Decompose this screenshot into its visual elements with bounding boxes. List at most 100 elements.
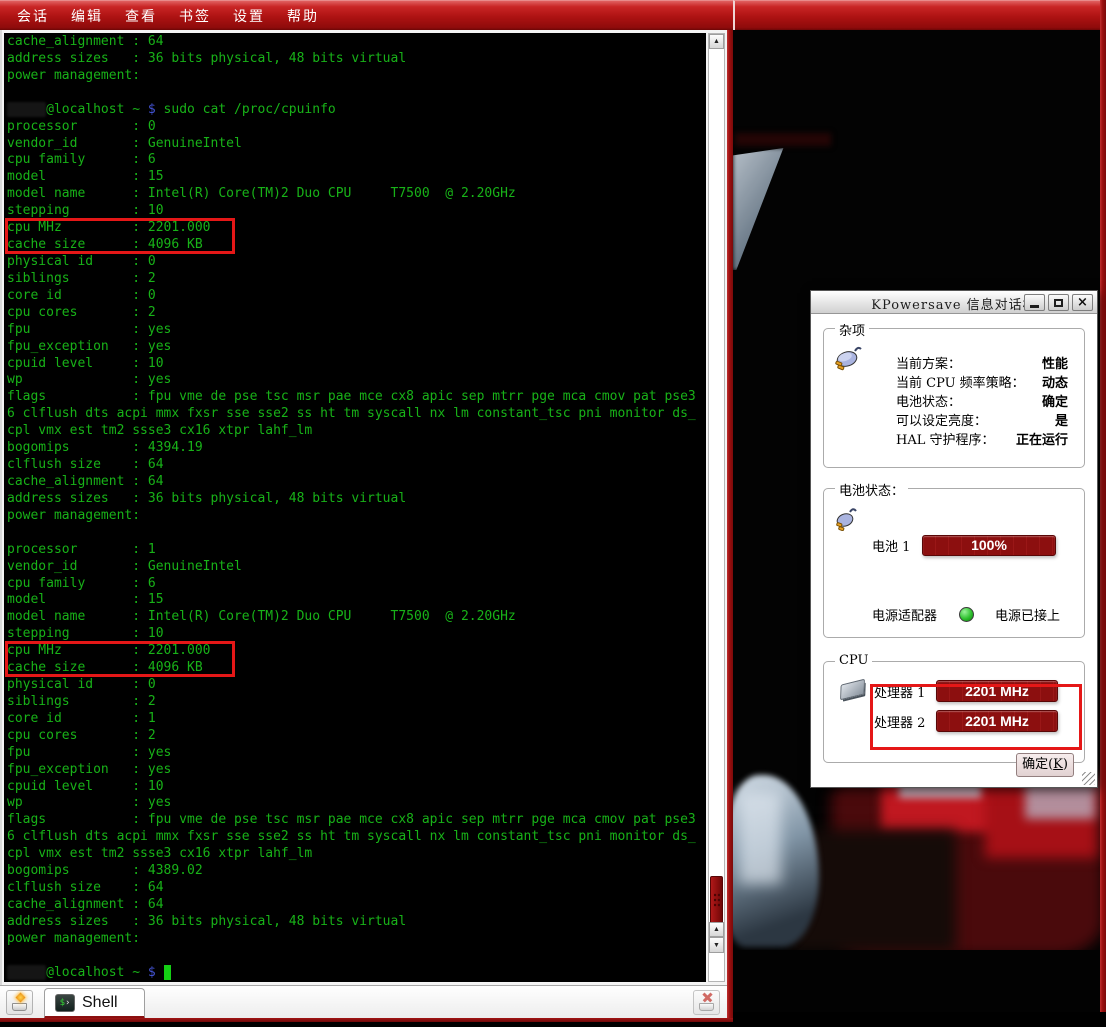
tray-icon [699, 1003, 714, 1011]
terminal-line: wp : yes [7, 372, 706, 389]
terminal-line: physical id : 0 [7, 677, 706, 694]
terminal-scrollbar[interactable]: ▲ ▲ ▼ [708, 33, 725, 982]
misc-row: 可以设定亮度：是 [896, 412, 1068, 431]
terminal-text: vendor_id : GenuineIntel [7, 559, 242, 574]
close-button[interactable]: × [1072, 294, 1093, 311]
terminal-text: address sizes : 36 bits physical, 48 bit… [7, 491, 406, 506]
cpu-groupbox: CPU 处理器 12201 MHz处理器 22201 MHz [823, 661, 1085, 763]
dialog-titlebar[interactable]: KPowersave 信息对话框 × [811, 291, 1097, 314]
close-icon: × [1077, 296, 1088, 309]
cpu-groupbox-title: CPU [835, 653, 872, 668]
menu-item[interactable]: 设置 [222, 6, 276, 26]
misc-row-label: 可以设定亮度： [896, 412, 987, 431]
terminal-text: wp : yes [7, 795, 171, 810]
menu-item[interactable]: 帮助 [276, 6, 330, 26]
terminal-line: processor : 0 [7, 119, 706, 136]
new-session-button[interactable] [6, 990, 33, 1015]
terminal-text: cpl vmx est tm2 ssse3 cx16 xtpr lahf_lm [7, 423, 312, 438]
misc-row-value: 性能 [1042, 355, 1068, 374]
battery-groupbox: 电池状态： 电池 1 100% 电源适配器 电源已接上 [823, 488, 1085, 638]
menu-item[interactable]: 书签 [168, 6, 222, 26]
maximize-button[interactable] [1048, 294, 1069, 311]
terminal-text: cpuid level : 10 [7, 779, 164, 794]
terminal-text: fpu_exception : yes [7, 339, 171, 354]
terminal-line: cpl vmx est tm2 ssse3 cx16 xtpr lahf_lm [7, 846, 706, 863]
terminal-line: 6 clflush dts acpi mmx fxsr sse sse2 ss … [7, 829, 706, 846]
kpowersave-dialog: KPowersave 信息对话框 × 杂项 当前方案：性能当前 CPU 频率策略… [810, 290, 1098, 788]
misc-row-label: 当前方案： [896, 355, 961, 374]
terminal-text: cpu cores : 2 [7, 305, 156, 320]
terminal-lines: cache_alignment : 64address sizes : 36 b… [7, 34, 706, 982]
misc-row-value: 确定 [1042, 393, 1068, 412]
terminal-screen[interactable]: cache_alignment : 64address sizes : 36 b… [4, 33, 706, 982]
resize-grip[interactable] [1082, 772, 1095, 785]
ok-button[interactable]: 确定(K) [1016, 753, 1074, 777]
tray-icon [12, 1003, 27, 1011]
terminal-text: bogomips : 4394.19 [7, 440, 203, 455]
terminal-line: power management: [7, 68, 706, 85]
terminal-text: flags : fpu vme de pse tsc msr pae mce c… [7, 389, 696, 404]
scroll-down-button[interactable]: ▼ [709, 937, 724, 953]
terminal-text: @localhost [46, 965, 132, 980]
terminal-text: fpu : yes [7, 322, 171, 337]
terminal-text: clflush size : 64 [7, 457, 164, 472]
misc-row-value: 正在运行 [1016, 431, 1068, 450]
battery-label: 电池 1 [872, 536, 914, 555]
terminal-line: wp : yes [7, 795, 706, 812]
scrollbar-thumb[interactable] [710, 876, 723, 924]
terminal-line: address sizes : 36 bits physical, 48 bit… [7, 914, 706, 931]
terminal-text: $ [148, 965, 164, 980]
terminal-text: siblings : 2 [7, 271, 156, 286]
annotation-box [870, 684, 1082, 750]
terminal-text: processor : 0 [7, 119, 156, 134]
terminal-line: cpu cores : 2 [7, 728, 706, 745]
terminal-cursor [164, 965, 172, 980]
close-session-button[interactable] [693, 990, 720, 1015]
terminal-line: bogomips : 4389.02 [7, 863, 706, 880]
menu-item[interactable]: 编辑 [60, 6, 114, 26]
terminal-text: cpuid level : 10 [7, 356, 164, 371]
terminal-text: flags : fpu vme de pse tsc msr pae mce c… [7, 812, 696, 827]
terminal-text: 6 clflush dts acpi mmx fxsr sse sse2 ss … [7, 406, 696, 421]
terminal-text: fpu_exception : yes [7, 762, 171, 777]
terminal-text: fpu : yes [7, 745, 171, 760]
video-detail [735, 133, 831, 146]
video-window-titlebar[interactable] [733, 0, 1106, 30]
menu-item[interactable]: 会话 [6, 6, 60, 26]
scroll-up-button[interactable]: ▲ [709, 34, 724, 49]
terminal-text: @localhost [46, 102, 132, 117]
terminal-line: cpu family : 6 [7, 576, 706, 593]
terminal-text: clflush size : 64 [7, 880, 164, 895]
terminal-line: flags : fpu vme de pse tsc msr pae mce c… [7, 389, 706, 406]
terminal-text: model : 15 [7, 592, 164, 607]
terminal-line: address sizes : 36 bits physical, 48 bit… [7, 491, 706, 508]
terminal-text: core id : 1 [7, 711, 156, 726]
terminal-line: bogomips : 4394.19 [7, 440, 706, 457]
menu-item[interactable]: 查看 [114, 6, 168, 26]
terminal-text: processor : 1 [7, 542, 156, 557]
konsole-window-border-bottom [0, 1018, 733, 1022]
minimize-icon [1030, 305, 1039, 308]
tab-shell[interactable]: $› Shell [44, 988, 145, 1019]
terminal-line: core id : 1 [7, 711, 706, 728]
misc-row-label: HAL 守护程序： [896, 431, 995, 450]
scroll-up-button-bottom[interactable]: ▲ [709, 922, 724, 937]
maximize-icon [1054, 299, 1063, 307]
minimize-button[interactable] [1024, 294, 1045, 311]
konsole-menubar: 会话编辑查看书签设置帮助 [0, 0, 733, 30]
terminal-line: model : 15 [7, 592, 706, 609]
adapter-row: 电源适配器 电源已接上 [872, 605, 1060, 624]
terminal-line: @localhost ~ $ [7, 965, 706, 982]
misc-row-label: 当前 CPU 频率策略： [896, 374, 1025, 393]
terminal-text: 6 clflush dts acpi mmx fxsr sse sse2 ss … [7, 829, 696, 844]
terminal-line: physical id : 0 [7, 254, 706, 271]
terminal-line: siblings : 2 [7, 694, 706, 711]
terminal-line: cpu family : 6 [7, 152, 706, 169]
terminal-text: wp : yes [7, 372, 171, 387]
terminal-line: model name : Intel(R) Core(TM)2 Duo CPU … [7, 609, 706, 626]
terminal-text: model name : Intel(R) Core(TM)2 Duo CPU … [7, 186, 516, 201]
terminal-text: sudo cat /proc/cpuinfo [164, 102, 336, 117]
battery-groupbox-title: 电池状态： [835, 480, 908, 499]
terminal-text: stepping : 10 [7, 203, 164, 218]
terminal-line: processor : 1 [7, 542, 706, 559]
